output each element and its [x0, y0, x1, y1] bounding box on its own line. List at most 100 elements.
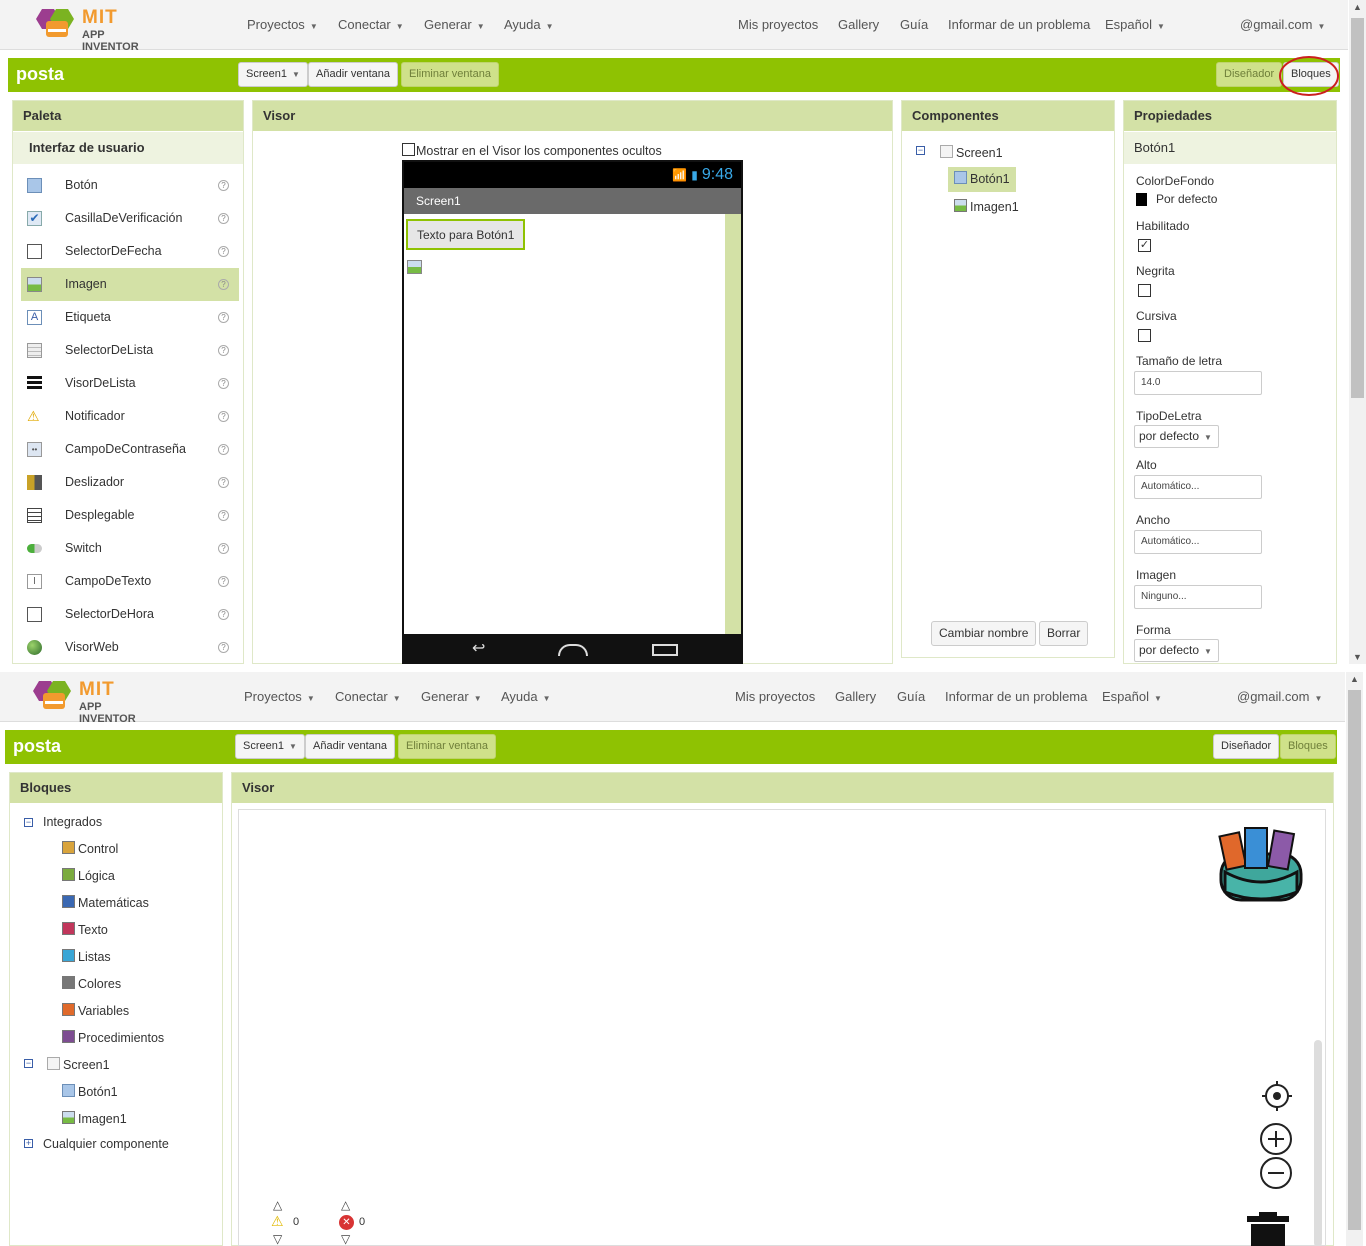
- palette-item-webviewer[interactable]: VisorWeb?: [21, 631, 239, 664]
- height-input[interactable]: Automático...: [1134, 475, 1262, 499]
- remove-screen-button[interactable]: Eliminar ventana: [401, 62, 499, 87]
- menu-connect[interactable]: Conectar ▼: [335, 689, 401, 704]
- palette-item-notifier[interactable]: ⚠ Notificador?: [21, 400, 239, 433]
- palette-item-image[interactable]: Imagen?: [21, 268, 239, 301]
- add-screen-button[interactable]: Añadir ventana: [308, 62, 398, 87]
- account-menu[interactable]: @gmail.com ▼: [1240, 17, 1325, 32]
- shape-select[interactable]: por defecto ▼: [1134, 639, 1219, 662]
- add-screen-button[interactable]: Añadir ventana: [305, 734, 395, 759]
- logo-icon: [33, 681, 71, 709]
- block-category-control[interactable]: Control: [62, 841, 118, 856]
- expand-icon[interactable]: +: [24, 1139, 33, 1148]
- palette-category[interactable]: Interfaz de usuario: [13, 132, 243, 164]
- link-guide[interactable]: Guía: [900, 17, 928, 32]
- screen-select[interactable]: Screen1 ▼: [235, 734, 305, 759]
- help-icon: ?: [218, 378, 229, 389]
- prop-bgcolor-value[interactable]: Por defecto: [1156, 192, 1217, 206]
- language-menu[interactable]: Español ▼: [1102, 689, 1162, 704]
- tree-boton1[interactable]: Botón1: [62, 1084, 118, 1099]
- link-gallery[interactable]: Gallery: [835, 689, 876, 704]
- italic-checkbox[interactable]: [1138, 329, 1151, 342]
- show-hidden-checkbox[interactable]: [402, 143, 415, 156]
- palette-item-listview[interactable]: VisorDeLista?: [21, 367, 239, 400]
- enabled-checkbox[interactable]: ✓: [1138, 239, 1151, 252]
- typeface-select[interactable]: por defecto ▼: [1134, 425, 1219, 448]
- collapse-icon[interactable]: −: [24, 818, 33, 827]
- palette-item-checkbox[interactable]: ✔ CasillaDeVerificación?: [21, 202, 239, 235]
- color-swatch[interactable]: [1136, 193, 1147, 206]
- block-category-matemáticas[interactable]: Matemáticas: [62, 895, 149, 910]
- menu-help[interactable]: Ayuda ▼: [504, 17, 554, 32]
- bold-checkbox[interactable]: [1138, 284, 1151, 297]
- blocks-workspace[interactable]: △ ⚠ 0 ▽ △ ✕ 0 ▽: [238, 809, 1326, 1246]
- tree-imagen1[interactable]: Imagen1: [62, 1111, 127, 1126]
- menu-build[interactable]: Generar ▼: [424, 17, 485, 32]
- remove-screen-button[interactable]: Eliminar ventana: [398, 734, 496, 759]
- link-report-problem[interactable]: Informar de un problema: [948, 17, 1090, 32]
- tree-builtin[interactable]: Integrados: [43, 815, 102, 829]
- recenter-icon[interactable]: [1261, 1080, 1293, 1112]
- delete-button[interactable]: Borrar: [1039, 621, 1089, 646]
- prop-image-label: Imagen: [1136, 568, 1177, 582]
- app-inventor-logo[interactable]: MIT APP INVENTOR: [31, 677, 161, 725]
- zoom-in-icon[interactable]: [1259, 1122, 1293, 1156]
- page-scrollbar[interactable]: ▲: [1346, 672, 1363, 1246]
- tree-screen1[interactable]: Screen1: [940, 145, 1003, 160]
- link-guide[interactable]: Guía: [897, 689, 925, 704]
- palette-item-slider[interactable]: Deslizador?: [21, 466, 239, 499]
- caret-down-icon: ▼: [1204, 433, 1212, 442]
- menu-build[interactable]: Generar ▼: [421, 689, 482, 704]
- menu-connect[interactable]: Conectar ▼: [338, 17, 404, 32]
- palette-item-button[interactable]: Botón?: [21, 169, 239, 202]
- link-report-problem[interactable]: Informar de un problema: [945, 689, 1087, 704]
- blocks-button[interactable]: Bloques: [1280, 734, 1336, 759]
- block-category-texto[interactable]: Texto: [62, 922, 108, 937]
- block-category-colores[interactable]: Colores: [62, 976, 121, 991]
- scroll-thumb[interactable]: [1351, 18, 1364, 398]
- rename-button[interactable]: Cambiar nombre: [931, 621, 1037, 646]
- account-menu[interactable]: @gmail.com ▼: [1237, 689, 1322, 704]
- palette-item-listpicker[interactable]: SelectorDeLista?: [21, 334, 239, 367]
- link-my-projects[interactable]: Mis proyectos: [738, 17, 818, 32]
- app-inventor-logo[interactable]: MIT APP INVENTOR: [34, 5, 164, 53]
- designer-button[interactable]: Diseñador: [1216, 62, 1283, 87]
- fontsize-input[interactable]: 14.0: [1134, 371, 1262, 395]
- tree-any-component[interactable]: Cualquier componente: [43, 1137, 169, 1151]
- designer-button[interactable]: Diseñador: [1213, 734, 1280, 759]
- tree-boton1[interactable]: Botón1: [948, 167, 1016, 192]
- screen-select[interactable]: Screen1 ▼: [238, 62, 308, 87]
- width-input[interactable]: Automático...: [1134, 530, 1262, 554]
- tree-imagen1[interactable]: Imagen1: [954, 199, 1019, 214]
- image-input[interactable]: Ninguno...: [1134, 585, 1262, 609]
- language-menu[interactable]: Español ▼: [1105, 17, 1165, 32]
- backpack-icon[interactable]: [1217, 822, 1307, 906]
- palette-item-timepicker[interactable]: SelectorDeHora?: [21, 598, 239, 631]
- block-category-procedimientos[interactable]: Procedimientos: [62, 1030, 164, 1045]
- palette-item-switch[interactable]: Switch?: [21, 532, 239, 565]
- menu-projects[interactable]: Proyectos ▼: [244, 689, 315, 704]
- page-scrollbar[interactable]: ▲ ▼: [1349, 0, 1366, 664]
- link-my-projects[interactable]: Mis proyectos: [735, 689, 815, 704]
- collapse-icon[interactable]: −: [916, 146, 925, 155]
- zoom-out-icon[interactable]: [1259, 1156, 1293, 1190]
- menu-projects[interactable]: Proyectos ▼: [247, 17, 318, 32]
- workspace-scrollbar[interactable]: [1314, 1040, 1322, 1246]
- calendar-icon: [27, 244, 42, 259]
- palette-item-datepicker[interactable]: SelectorDeFecha?: [21, 235, 239, 268]
- palette-item-label[interactable]: A Etiqueta?: [21, 301, 239, 334]
- link-gallery[interactable]: Gallery: [838, 17, 879, 32]
- preview-button[interactable]: Texto para Botón1: [406, 219, 526, 250]
- preview-image-icon[interactable]: [407, 260, 422, 274]
- tree-screen1[interactable]: Screen1: [47, 1057, 110, 1072]
- palette-item-spinner[interactable]: Desplegable?: [21, 499, 239, 532]
- block-category-lógica[interactable]: Lógica: [62, 868, 115, 883]
- block-category-variables[interactable]: Variables: [62, 1003, 129, 1018]
- block-category-listas[interactable]: Listas: [62, 949, 111, 964]
- category-label: Procedimientos: [78, 1031, 165, 1045]
- collapse-icon[interactable]: −: [24, 1059, 33, 1068]
- palette-item-passwordtextbox[interactable]: •• CampoDeContraseña?: [21, 433, 239, 466]
- scroll-thumb[interactable]: [1348, 690, 1361, 1230]
- menu-help[interactable]: Ayuda ▼: [501, 689, 551, 704]
- trash-icon[interactable]: [1245, 1212, 1291, 1246]
- palette-item-textbox[interactable]: I CampoDeTexto?: [21, 565, 239, 598]
